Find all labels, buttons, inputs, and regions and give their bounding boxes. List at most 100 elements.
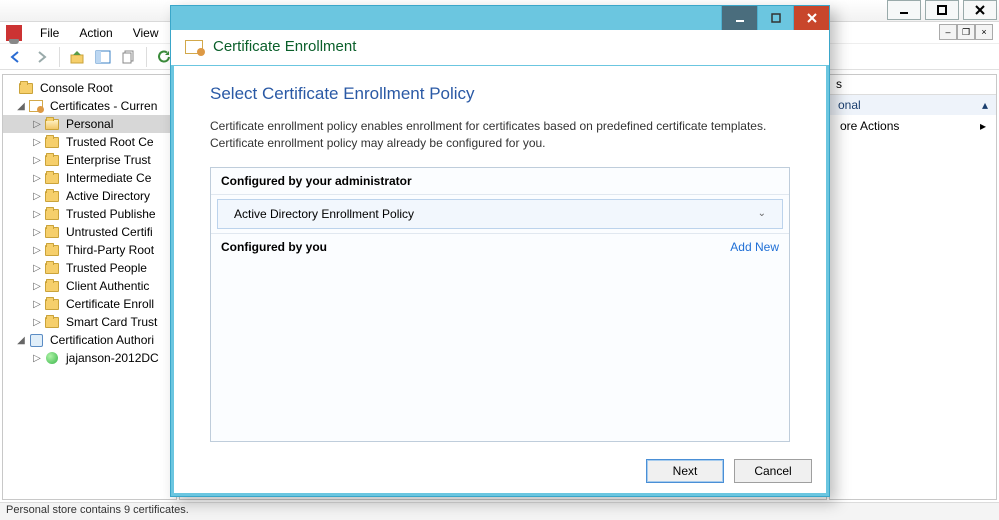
cancel-button[interactable]: Cancel (734, 459, 812, 483)
folder-icon (45, 245, 59, 256)
expand-icon[interactable]: ▷ (31, 245, 43, 256)
folder-icon (19, 83, 33, 94)
tree-label: Certificate Enroll (63, 296, 157, 312)
certificate-icon (185, 40, 203, 54)
expand-icon[interactable]: ▷ (31, 317, 43, 328)
certificate-icon (29, 100, 43, 112)
actions-pane: s onal ▴ ore Actions ▸ (829, 74, 997, 500)
tree-item[interactable]: ▷ Active Directory (3, 187, 176, 205)
folder-icon (45, 299, 59, 310)
folder-icon (45, 209, 59, 220)
tree-label: Personal (63, 116, 116, 132)
policy-you-label: Configured by you (221, 240, 327, 254)
expand-icon[interactable]: ▷ (31, 191, 43, 202)
chevron-down-icon[interactable]: ⌄ (758, 208, 766, 219)
nav-forward-button[interactable] (30, 46, 54, 68)
folder-icon (45, 173, 59, 184)
folder-icon (45, 137, 59, 148)
expand-icon[interactable]: ▷ (31, 173, 43, 184)
mdi-close-button[interactable]: × (975, 24, 993, 40)
wizard-minimize-button[interactable] (721, 6, 757, 30)
tree-label: Active Directory (63, 188, 153, 204)
console-tree[interactable]: Console Root ◢ Certificates - Curren ▷ P… (2, 74, 177, 500)
tree-item[interactable]: ▷ Third-Party Root (3, 241, 176, 259)
wizard-body: Select Certificate Enrollment Policy Cer… (171, 66, 829, 448)
wizard-close-button[interactable] (793, 6, 829, 30)
tree-item[interactable]: ▷ Smart Card Trust (3, 313, 176, 331)
expand-icon[interactable]: ▷ (31, 209, 43, 220)
outer-minimize-button[interactable] (887, 0, 921, 20)
collapse-icon[interactable]: ◢ (15, 101, 27, 112)
wizard-heading: Select Certificate Enrollment Policy (210, 84, 790, 104)
tree-label: Untrusted Certifi (63, 224, 156, 240)
enrollment-policy-list: Configured by your administrator Active … (210, 167, 790, 442)
toolbar-separator (146, 47, 147, 67)
policy-you-header: Configured by you Add New (211, 233, 789, 260)
copy-button[interactable] (117, 46, 141, 68)
nav-back-button[interactable] (4, 46, 28, 68)
expand-icon[interactable]: ▷ (31, 155, 43, 166)
tree-ca-server[interactable]: ▷ jajanson-2012DC (3, 349, 176, 367)
tree-label: Third-Party Root (63, 242, 157, 258)
tree-label: Client Authentic (63, 278, 152, 294)
folder-icon (45, 191, 59, 202)
tree-cert-store[interactable]: ◢ Certificates - Curren (3, 97, 176, 115)
actions-header: s (830, 75, 996, 95)
up-level-button[interactable] (65, 46, 89, 68)
tree-label: Certificates - Curren (47, 98, 160, 114)
menu-file[interactable]: File (32, 24, 67, 42)
tree-label: Trusted Publishe (63, 206, 159, 222)
mdi-minimize-button[interactable]: – (939, 24, 957, 40)
tree-item[interactable]: ▷ Intermediate Ce (3, 169, 176, 187)
tree-item-personal[interactable]: ▷ Personal (3, 115, 176, 133)
tree-ca-root[interactable]: ◢ Certification Authori (3, 331, 176, 349)
actions-more[interactable]: ore Actions ▸ (830, 115, 996, 137)
actions-more-label: ore Actions (840, 119, 899, 133)
wizard-footer: Next Cancel (171, 448, 829, 496)
menu-action[interactable]: Action (71, 24, 120, 42)
expand-icon[interactable]: ▷ (31, 137, 43, 148)
wizard-description: Certificate enrollment policy enables en… (210, 118, 790, 153)
tree-label: Intermediate Ce (63, 170, 154, 186)
tree-item[interactable]: ▷ Untrusted Certifi (3, 223, 176, 241)
menu-view[interactable]: View (125, 24, 167, 42)
tree-root[interactable]: Console Root (3, 79, 176, 97)
outer-system-buttons (885, 0, 999, 21)
tree-item[interactable]: ▷ Client Authentic (3, 277, 176, 295)
expand-icon[interactable]: ▷ (31, 353, 43, 364)
tree-label: Console Root (37, 80, 116, 96)
outer-maximize-button[interactable] (925, 0, 959, 20)
chevron-right-icon: ▸ (980, 119, 986, 133)
show-hide-tree-button[interactable] (91, 46, 115, 68)
toolbar-separator (59, 47, 60, 67)
collapse-icon[interactable]: ◢ (15, 335, 27, 346)
policy-item-ad[interactable]: Active Directory Enrollment Policy ⌄ (217, 199, 783, 229)
server-icon (46, 352, 58, 364)
tree-item[interactable]: ▷ Trusted People (3, 259, 176, 277)
policy-item-label: Active Directory Enrollment Policy (234, 207, 414, 221)
expand-icon[interactable]: ▷ (31, 263, 43, 274)
tree-label: Trusted People (63, 260, 150, 276)
expand-icon[interactable]: ▷ (31, 281, 43, 292)
wizard-title-bar[interactable] (171, 6, 829, 30)
expand-icon[interactable]: ▷ (31, 299, 43, 310)
mmc-window: Console1 - [Console Root\Certificates - … (0, 0, 999, 520)
expand-icon[interactable]: ▷ (31, 119, 43, 130)
folder-icon (45, 227, 59, 238)
actions-section-label: onal (838, 98, 861, 112)
next-button[interactable]: Next (646, 459, 724, 483)
tree-item[interactable]: ▷ Trusted Root Ce (3, 133, 176, 151)
tree-label: Trusted Root Ce (63, 134, 157, 150)
outer-close-button[interactable] (963, 0, 997, 20)
tree-label: Enterprise Trust (63, 152, 154, 168)
add-new-link[interactable]: Add New (730, 240, 779, 254)
actions-section[interactable]: onal ▴ (830, 95, 996, 115)
mdi-restore-button[interactable]: ❐ (957, 24, 975, 40)
tree-label: jajanson-2012DC (63, 350, 162, 366)
expand-icon[interactable]: ▷ (31, 227, 43, 238)
wizard-maximize-button[interactable] (757, 6, 793, 30)
tree-item[interactable]: ▷ Certificate Enroll (3, 295, 176, 313)
collapse-up-icon[interactable]: ▴ (982, 98, 988, 112)
tree-item[interactable]: ▷ Trusted Publishe (3, 205, 176, 223)
tree-item[interactable]: ▷ Enterprise Trust (3, 151, 176, 169)
